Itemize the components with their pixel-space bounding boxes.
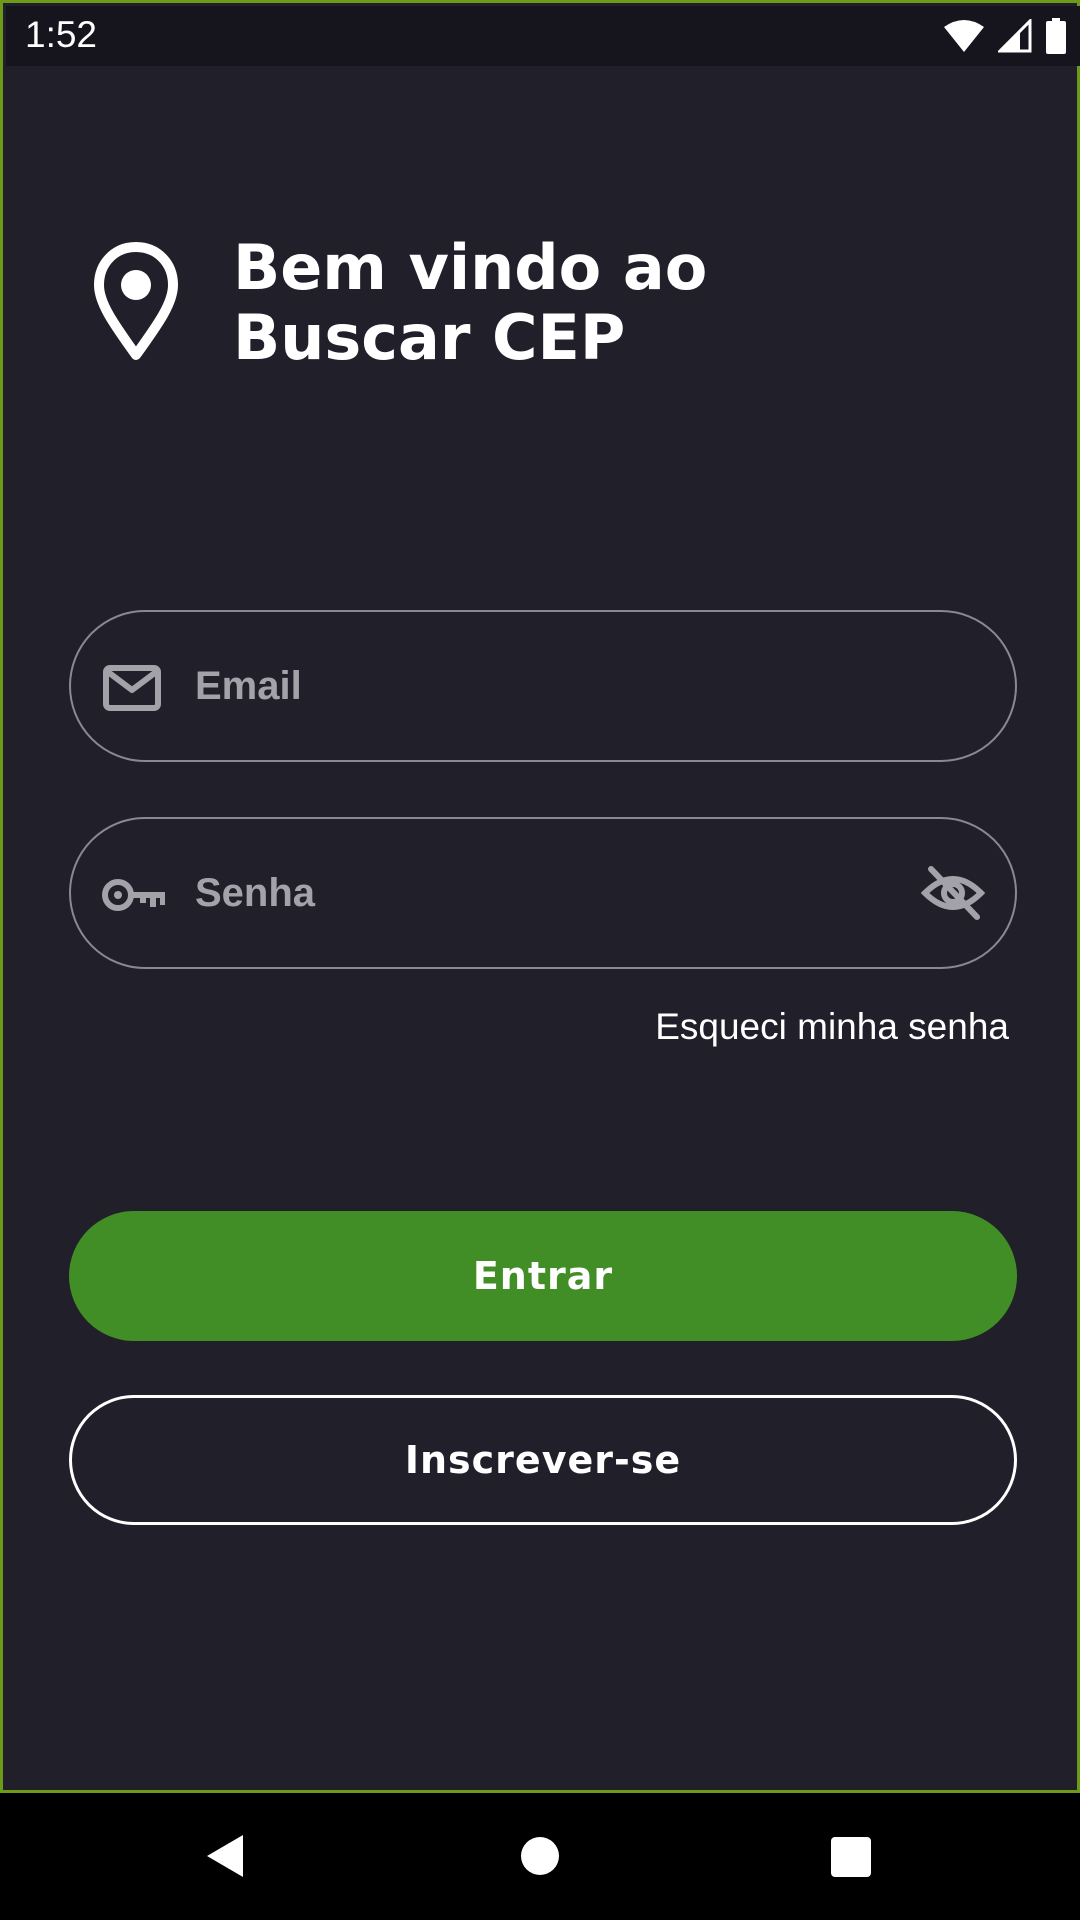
navigation-bar [0,1793,1080,1920]
home-icon[interactable] [521,1837,559,1875]
welcome-header: Bem vindo ao Buscar CEP [93,233,893,393]
key-icon [102,879,165,911]
page-title: Bem vindo ao Buscar CEP [233,231,708,374]
screen: 1:52 Bem vindo ao Buscar CEP Email Esque… [0,0,1080,1920]
status-time: 1:52 [25,14,98,55]
eye-off-icon[interactable] [921,863,985,923]
email-input[interactable] [195,612,955,760]
mail-icon [103,665,161,711]
signup-button[interactable]: Inscrever-se [69,1395,1017,1525]
forgot-password-link[interactable]: Esqueci minha senha [655,1006,1009,1048]
recents-icon[interactable] [831,1837,871,1877]
status-icons [944,18,1066,54]
app-frame: 1:52 Bem vindo ao Buscar CEP Email Esque… [0,0,1080,1793]
back-icon[interactable] [205,1833,245,1879]
signal-icon [998,19,1032,53]
status-bar: 1:52 [6,6,1080,66]
wifi-icon [944,20,984,52]
battery-icon [1046,18,1066,54]
location-pin-icon [94,242,178,360]
email-field[interactable] [69,610,1017,762]
login-button[interactable]: Entrar [69,1211,1017,1341]
password-input[interactable] [195,819,845,967]
password-field[interactable] [69,817,1017,969]
